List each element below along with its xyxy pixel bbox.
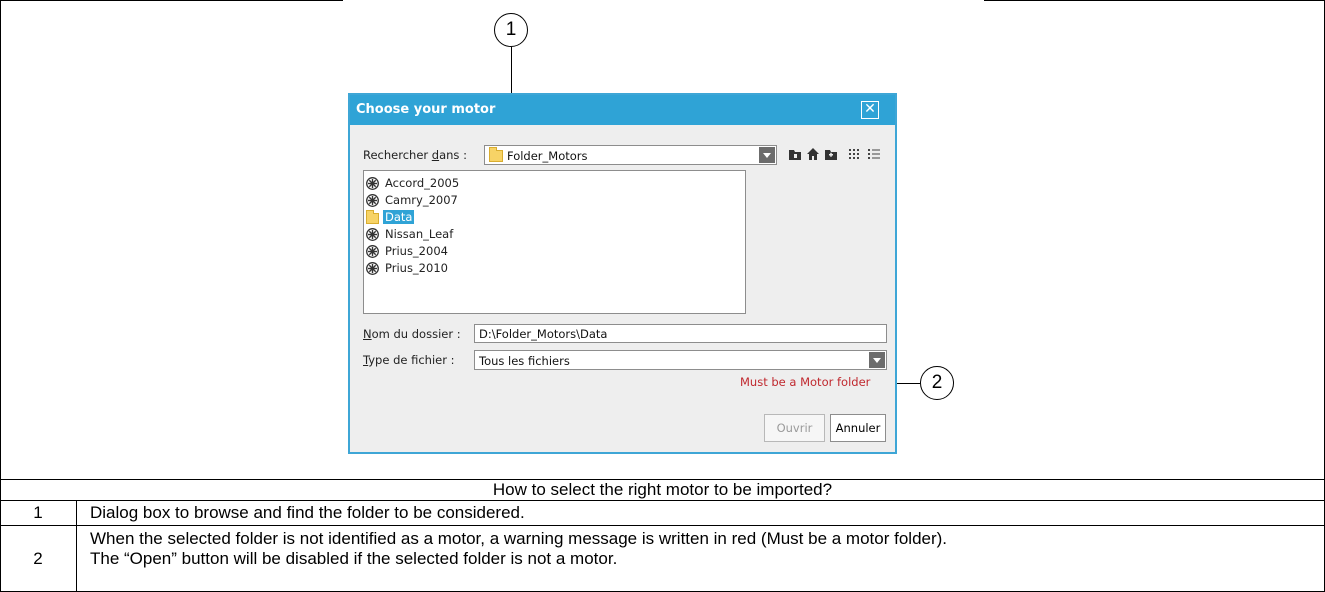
list-item[interactable]: Camry_2007 (365, 192, 505, 209)
motor-icon (366, 177, 379, 190)
file-type-label: Type de fichier : (363, 353, 455, 367)
dialog-title: Choose your motor (356, 102, 496, 117)
folder-icon (489, 147, 503, 162)
home-icon[interactable] (806, 147, 820, 161)
list-item[interactable]: Nissan_Leaf (365, 226, 505, 243)
list-view-icon[interactable] (848, 147, 862, 161)
row-number: 2 (33, 549, 43, 568)
file-type-combo[interactable]: Tous les fichiers (474, 350, 887, 370)
file-type-value: Tous les fichiers (479, 354, 570, 368)
file-name: Nissan_Leaf (385, 227, 454, 241)
list-item[interactable]: Prius_2010 (365, 260, 505, 277)
row-text: Dialog box to browse and find the folder… (90, 503, 525, 522)
close-icon[interactable]: ✕ (861, 101, 879, 119)
file-name: Prius_2004 (385, 244, 448, 258)
cancel-button[interactable]: Annuler (830, 414, 886, 442)
file-name: Camry_2007 (385, 193, 458, 207)
list-item[interactable]: Accord_2005 (365, 175, 505, 192)
frame-number-column (76, 500, 77, 592)
callout-2: 2 (920, 366, 954, 400)
row-text-line-2: The “Open” button will be disabled if th… (90, 549, 618, 568)
up-folder-icon[interactable] (788, 147, 802, 161)
frame-divider-row1 (0, 525, 1325, 526)
look-in-combo[interactable]: Folder_Motors (484, 145, 777, 165)
row-number: 1 (33, 503, 43, 522)
motor-icon (366, 228, 379, 241)
frame-top-left-line (0, 0, 343, 1)
file-list[interactable]: Accord_2005 Camry_2007 Data Nissan_Leaf … (363, 170, 746, 314)
list-item[interactable]: Prius_2004 (365, 243, 505, 260)
look-in-label: Rechercher dans : (363, 148, 467, 162)
file-name: Accord_2005 (385, 176, 460, 190)
folder-name-value: D:\Folder_Motors\Data (479, 327, 608, 341)
file-name: Data (383, 210, 415, 224)
open-button[interactable]: Ouvrir (764, 414, 825, 442)
caption-title: How to select the right motor to be impo… (492, 480, 833, 499)
folder-name-field[interactable]: D:\Folder_Motors\Data (474, 324, 887, 343)
look-in-value: Folder_Motors (507, 149, 588, 163)
frame-top-right-line (984, 0, 1325, 1)
dialog-titlebar[interactable]: Choose your motor ✕ (350, 95, 895, 125)
frame-divider-title (0, 500, 1325, 501)
folder-icon (366, 210, 379, 224)
folder-name-label: Nom du dossier : (363, 327, 461, 341)
motor-icon (366, 194, 379, 207)
warning-message: Must be a Motor folder (740, 375, 871, 389)
row-text-line-1: When the selected folder is not identifi… (90, 529, 948, 548)
motor-icon (366, 262, 379, 275)
list-item[interactable]: Data (365, 209, 505, 226)
new-folder-icon[interactable] (824, 147, 838, 161)
chevron-down-icon[interactable] (759, 147, 775, 163)
file-name: Prius_2010 (385, 261, 448, 275)
callout-1: 1 (494, 13, 528, 47)
details-view-icon[interactable] (867, 147, 881, 161)
chevron-down-icon[interactable] (869, 352, 885, 368)
motor-icon (366, 245, 379, 258)
